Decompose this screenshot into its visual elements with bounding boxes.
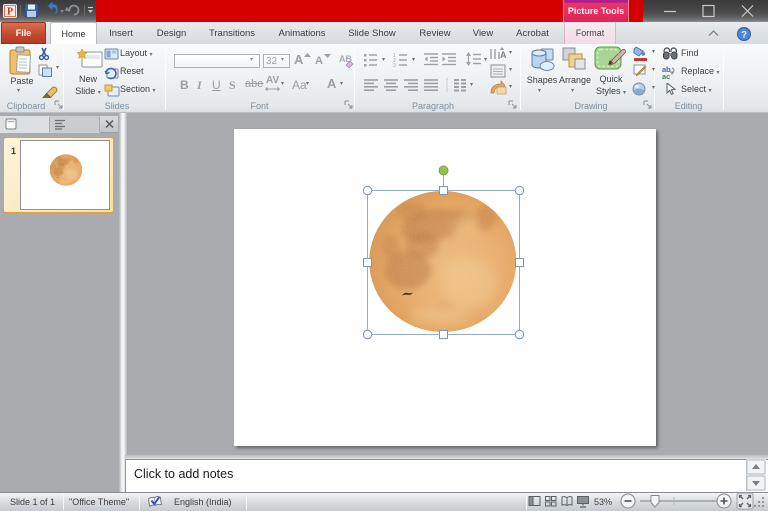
svg-text:3: 3 (393, 63, 396, 68)
svg-text:A: A (500, 50, 507, 60)
svg-text:?: ? (741, 30, 747, 41)
svg-text:ac: ac (662, 72, 670, 79)
svg-text:P: P (7, 7, 13, 18)
